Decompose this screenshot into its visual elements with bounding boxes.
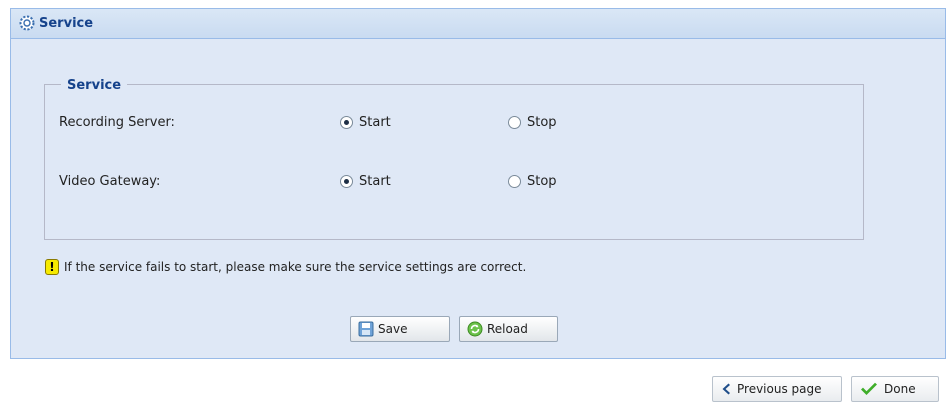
fieldset-legend: Service xyxy=(61,78,128,93)
reload-button-label: Reload xyxy=(487,322,528,336)
service-panel: Service Service Recording Server: Start … xyxy=(10,8,946,359)
save-button-label: Save xyxy=(378,322,408,336)
video-gateway-label: Video Gateway: xyxy=(59,174,161,189)
radio-unchecked-icon xyxy=(508,175,521,188)
reload-icon xyxy=(467,321,483,337)
recording-server-start-radio[interactable]: Start xyxy=(340,115,391,130)
warning-message: ! If the service fails to start, please … xyxy=(45,259,526,275)
video-gateway-stop-radio[interactable]: Stop xyxy=(508,174,557,189)
save-button[interactable]: Save xyxy=(350,316,450,342)
radio-checked-icon xyxy=(340,175,353,188)
warning-text: If the service fails to start, please ma… xyxy=(64,260,527,274)
video-gateway-start-radio[interactable]: Start xyxy=(340,174,391,189)
radio-label: Stop xyxy=(527,174,557,189)
panel-title: Service xyxy=(39,16,94,31)
recording-server-label: Recording Server: xyxy=(59,115,175,130)
radio-checked-icon xyxy=(340,116,353,129)
panel-header: Service xyxy=(11,9,945,39)
done-label: Done xyxy=(884,382,916,396)
chevron-left-icon xyxy=(722,383,730,395)
warning-icon: ! xyxy=(45,259,59,275)
service-fieldset xyxy=(44,84,864,240)
radio-label: Stop xyxy=(527,115,557,130)
recording-server-stop-radio[interactable]: Stop xyxy=(508,115,557,130)
radio-unchecked-icon xyxy=(508,116,521,129)
radio-label: Start xyxy=(359,174,391,189)
gear-icon xyxy=(19,15,35,31)
checkmark-icon xyxy=(861,382,877,395)
floppy-disk-icon xyxy=(358,321,374,337)
reload-button[interactable]: Reload xyxy=(459,316,558,342)
previous-page-label: Previous page xyxy=(737,382,822,396)
radio-label: Start xyxy=(359,115,391,130)
done-button[interactable]: Done xyxy=(851,376,939,402)
previous-page-button[interactable]: Previous page xyxy=(712,376,842,402)
